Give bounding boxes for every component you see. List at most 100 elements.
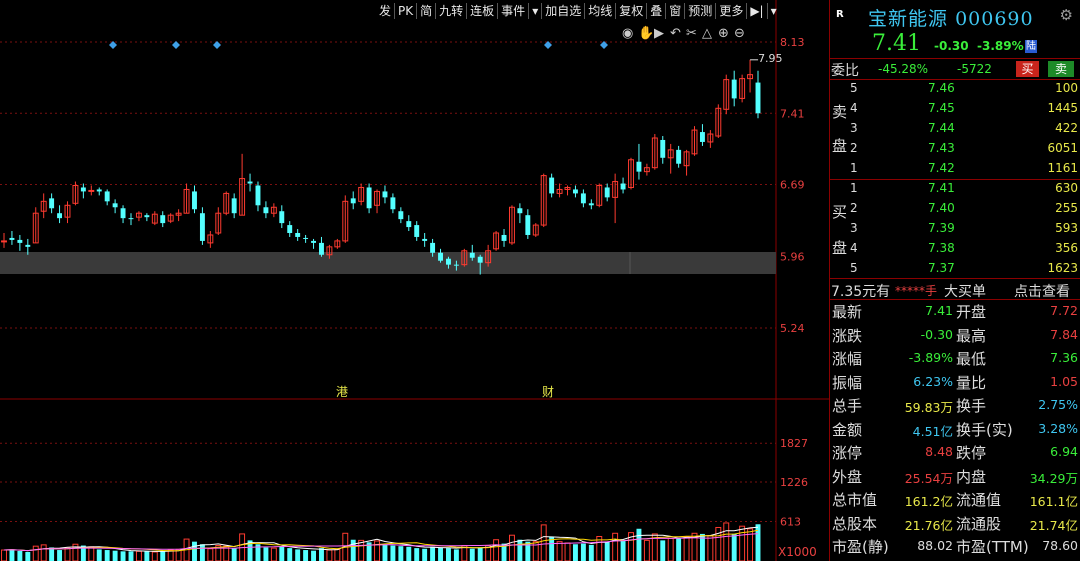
volume-bar [1, 549, 7, 561]
toolbar-item[interactable]: 预测 [684, 3, 715, 19]
volume-bar [540, 524, 547, 561]
order-price: 7.45 [928, 101, 955, 115]
stock-name-text: 宝新能源 [868, 8, 949, 30]
candle-body [303, 237, 309, 239]
candle-body [636, 161, 642, 172]
volume-bar [334, 548, 341, 561]
stat-value: 161.2亿 [904, 494, 953, 509]
toolbar-item[interactable]: 更多 [715, 3, 746, 19]
candle-body [80, 187, 86, 192]
order-book-row[interactable]: 4 7.45 1445 [830, 99, 1080, 119]
volume-bar [739, 525, 746, 561]
gear-icon[interactable]: ⚙ [1060, 6, 1073, 24]
volume-bar [477, 547, 483, 561]
volume-bar [556, 541, 563, 561]
candle-body [295, 232, 301, 237]
order-book-row[interactable]: 4 7.38 356 [830, 239, 1080, 259]
quote-panel: R 宝新能源 000690 ⚙ 7.41 -0.30 -3.89% 陆 委比 -… [829, 0, 1080, 561]
undo-icon[interactable]: ↶ [670, 26, 681, 41]
order-price: 7.44 [928, 121, 955, 135]
candle-body [255, 185, 261, 206]
volume-bar [390, 545, 396, 561]
order-book-row[interactable]: 2 7.40 255 [830, 199, 1080, 219]
stat-label: 外盘 [832, 467, 863, 486]
volume-unit-label: X1000 [778, 545, 817, 559]
candle-body [572, 189, 578, 194]
zoom-in-icon[interactable]: ⊕ [718, 26, 729, 41]
weibi-label: 委比 [831, 63, 859, 79]
order-book-row[interactable]: 1 7.41 630 [830, 179, 1080, 199]
stat-label: 最新 [832, 303, 863, 321]
toolbar-item[interactable]: 叠 [646, 3, 665, 19]
stat-value: 6.94 [1050, 444, 1078, 459]
scissors-icon[interactable]: ✂ [686, 26, 697, 41]
big-order-row[interactable]: 7.35元有 *****手 大买单 点击查看 [830, 278, 1080, 300]
order-volume: 356 [1055, 241, 1078, 255]
order-volume: 255 [1055, 201, 1078, 215]
hand-icon[interactable]: ✋ [638, 25, 654, 41]
toolbar-item[interactable]: 加自选 [541, 3, 584, 19]
candle-body [263, 207, 269, 214]
toolbar-item[interactable]: 简 [416, 3, 435, 19]
order-book-row[interactable]: 5 7.46 100 [830, 79, 1080, 99]
eye-icon[interactable]: ◉ [622, 26, 633, 41]
order-book-row[interactable]: 5 7.37 1623 [830, 259, 1080, 279]
price-change: -0.30 [934, 39, 969, 53]
event-tag: 财 [542, 385, 554, 399]
stats-row: 振幅 6.23% 量比 1.05 [830, 371, 1080, 395]
connect-tag: 陆 [1025, 40, 1037, 53]
lock-icon[interactable]: △ [702, 26, 712, 41]
big-order-link[interactable]: 点击查看 [1014, 281, 1070, 301]
volume-bar [135, 550, 142, 561]
buy-button[interactable]: 买 [1016, 61, 1039, 77]
order-book-row[interactable]: 1 7.42 1161 [830, 159, 1080, 179]
order-level: 3 [850, 121, 858, 135]
stat-label: 金额 [832, 420, 863, 439]
big-order-label: 大买单 [944, 284, 986, 300]
volume-bar [49, 547, 55, 561]
price-tick-label: 7.41 [780, 107, 805, 120]
stock-name[interactable]: 宝新能源 000690 [868, 4, 1034, 31]
order-book-row[interactable]: 2 7.43 6051 [830, 139, 1080, 159]
toolbar-item[interactable]: 事件 [497, 3, 528, 19]
stat-label: 涨幅 [832, 350, 863, 368]
zoom-out-icon[interactable]: ⊖ [734, 26, 745, 41]
stat-value: 34.29万 [1029, 470, 1078, 486]
toolbar-item[interactable]: ▶| [746, 3, 766, 19]
order-book-row[interactable]: 3 7.44 422 [830, 119, 1080, 139]
volume-bar [414, 548, 420, 561]
stat-label: 总手 [832, 397, 863, 415]
volume-bar [398, 546, 404, 561]
volume-bar [667, 537, 674, 561]
volume-bar [469, 548, 475, 561]
stats-row: 总手 59.83万 换手 2.75% [830, 394, 1080, 418]
order-level: 5 [850, 81, 858, 95]
toolbar-item[interactable]: 九转 [435, 3, 466, 19]
toolbar-item[interactable]: 均线 [584, 3, 615, 19]
stat-label: 最低 [956, 350, 987, 368]
market-mark: R [836, 9, 844, 20]
volume-bar [731, 533, 737, 561]
order-book-row[interactable]: 3 7.39 593 [830, 219, 1080, 239]
stats-row: 最新 7.41 开盘 7.72 [830, 300, 1080, 324]
volume-bar [350, 539, 356, 561]
volume-bar [207, 548, 214, 561]
toolbar-item[interactable]: ▾ [528, 3, 541, 19]
toolbar-item[interactable]: PK [394, 3, 416, 19]
candlestick-chart[interactable]: 8.137.416.695.965.24182712266137.95港 财◉ ✋ ▶… [0, 0, 829, 561]
toolbar-item[interactable]: 发 [376, 3, 394, 19]
play-icon[interactable]: ▶ [654, 26, 664, 41]
volume-bar [311, 550, 316, 561]
stat-value: 21.76亿 [904, 517, 953, 533]
price-tick-label: 6.69 [780, 179, 805, 192]
sell-button[interactable]: 卖 [1048, 61, 1074, 77]
order-price: 7.41 [928, 181, 955, 195]
toolbar-item[interactable]: 窗 [665, 3, 684, 19]
toolbar-item[interactable]: ▾ [766, 3, 780, 19]
volume-bar [604, 541, 610, 561]
candle-body [398, 211, 404, 220]
toolbar-item[interactable]: 复权 [615, 3, 646, 19]
volume-bar [453, 549, 459, 561]
volume-bar [517, 539, 523, 561]
toolbar-item[interactable]: 连板 [466, 3, 497, 19]
